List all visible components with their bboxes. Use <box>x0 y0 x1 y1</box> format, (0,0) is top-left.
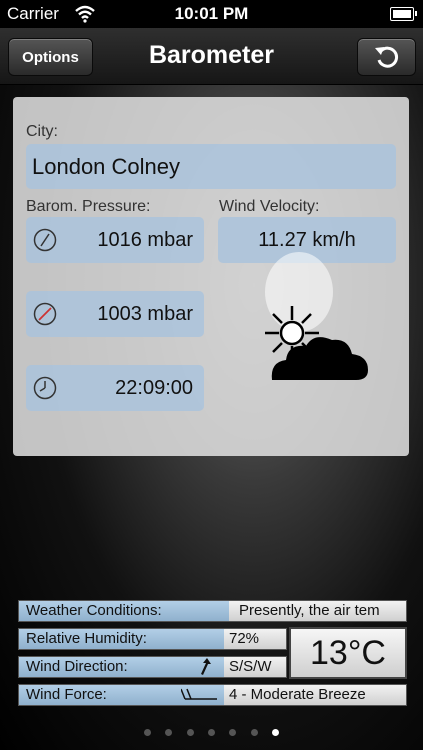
page-dot[interactable] <box>186 729 194 736</box>
refresh-icon <box>374 46 398 68</box>
time-value: 22:09:00 <box>115 377 193 399</box>
wind-arrow-icon <box>201 658 211 675</box>
page-dot-active[interactable] <box>272 729 280 736</box>
page-dot[interactable] <box>250 729 258 736</box>
page-dot[interactable] <box>229 729 237 736</box>
gauge-icon <box>33 228 57 252</box>
pressure-current-value: 1016 mbar <box>97 229 193 251</box>
status-bar: Carrier 10:01 PM <box>0 0 423 28</box>
partly-cloudy-icon <box>265 252 368 380</box>
city-field[interactable]: London Colney <box>26 144 396 189</box>
page-dot[interactable] <box>143 729 151 736</box>
humidity-row: Relative Humidity: 72% <box>18 628 287 650</box>
pressure-reference-field: 1003 mbar <box>26 291 204 337</box>
direction-value: S/S/W <box>229 658 272 675</box>
temperature-display: 13°C <box>289 627 407 679</box>
direction-label: Wind Direction: <box>19 657 224 677</box>
conditions-label: Weather Conditions: <box>19 601 229 621</box>
humidity-label: Relative Humidity: <box>19 629 224 649</box>
page-dot[interactable] <box>165 729 173 736</box>
weather-info-table: Weather Conditions: Presently, the air t… <box>18 600 408 710</box>
pressure-reference-value: 1003 mbar <box>97 303 193 325</box>
gauge-red-icon <box>33 302 57 326</box>
refresh-button[interactable] <box>357 38 416 76</box>
time-field: 22:09:00 <box>26 365 204 411</box>
force-value: 4 - Moderate Breeze <box>229 686 366 703</box>
pressure-label: Barom. Pressure: <box>26 198 151 215</box>
humidity-value: 72% <box>229 630 260 647</box>
wind-barb-icon <box>181 688 217 700</box>
conditions-row: Weather Conditions: Presently, the air t… <box>18 600 407 622</box>
page-dot[interactable] <box>208 729 215 736</box>
wind-velocity-label: Wind Velocity: <box>219 198 320 215</box>
status-time: 10:01 PM <box>174 4 249 23</box>
conditions-value: Presently, the air tem <box>239 602 380 619</box>
navigation-bar: Options Barometer <box>0 28 423 85</box>
direction-row: Wind Direction: S/S/W <box>18 656 287 678</box>
clock-icon <box>33 376 57 400</box>
force-row: Wind Force: 4 - Moderate Breeze <box>18 684 407 706</box>
city-label: City: <box>26 123 58 140</box>
pressure-current-field: 1016 mbar <box>26 217 204 263</box>
page-indicator[interactable] <box>0 723 423 741</box>
battery-icon <box>390 7 417 21</box>
